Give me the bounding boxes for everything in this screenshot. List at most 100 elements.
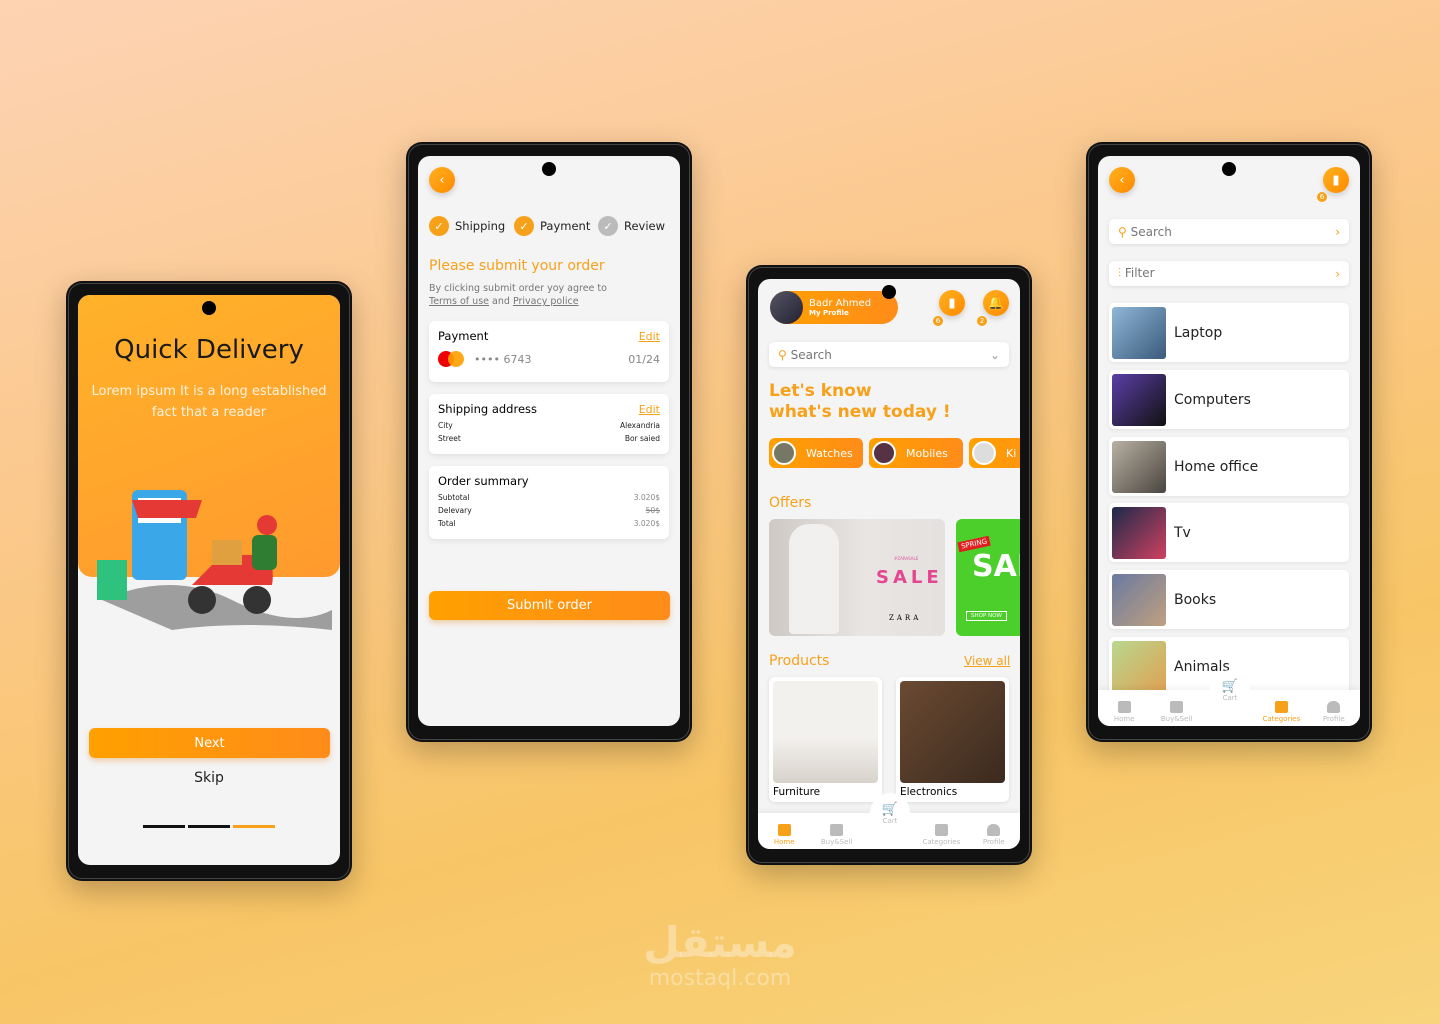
summary-title: Order summary xyxy=(438,474,529,488)
my-profile-label: My Profile xyxy=(809,309,849,317)
phone-onboarding: Quick Delivery Lorem ipsum It is a long … xyxy=(66,281,352,881)
payment-card: Payment Edit •••• 6743 01/24 xyxy=(429,321,669,382)
cart-icon: 🛒 xyxy=(1221,678,1239,694)
furniture-image xyxy=(773,681,878,783)
city-value: Alexandria xyxy=(619,421,660,430)
search-input[interactable]: ⚲ Search ⌄ xyxy=(769,342,1009,367)
nav-home[interactable]: Home xyxy=(760,824,808,846)
shop-now-button[interactable]: SHOP NOW xyxy=(966,611,1007,621)
total-label: Total xyxy=(438,519,456,528)
search-placeholder: Search xyxy=(1130,224,1172,239)
laptop-image xyxy=(1112,306,1166,359)
nav-home[interactable]: Home xyxy=(1100,701,1148,723)
shipping-title: Shipping address xyxy=(438,402,538,416)
nav-cart[interactable]: 🛒 Cart xyxy=(870,793,910,833)
delivery-label: Delevary xyxy=(438,506,472,515)
step-payment: ✓ Payment xyxy=(514,216,590,236)
edit-shipping-link[interactable]: Edit xyxy=(639,403,660,416)
nav-cart[interactable]: 🛒 Cart xyxy=(1210,670,1250,710)
search-icon: ⚲ xyxy=(1118,224,1127,239)
page-indicator-2[interactable] xyxy=(188,825,230,828)
offer-banner-spring[interactable]: SPRING SAL SHOP NOW xyxy=(956,519,1020,636)
offer-banner-zara[interactable]: #ZARASALE SALE ZARA xyxy=(769,519,945,636)
view-all-link[interactable]: View all xyxy=(964,654,1010,668)
next-button[interactable]: Next xyxy=(89,728,330,758)
chip-watches[interactable]: Watches xyxy=(769,438,863,468)
watermark-logo: مستقل mostaql.com xyxy=(600,920,840,992)
check-icon: ✓ xyxy=(514,216,534,236)
search-input[interactable]: ⚲ Search › xyxy=(1109,219,1349,244)
nav-buysell[interactable]: Buy&Sell xyxy=(1153,701,1201,723)
bookmark-badge: 6 xyxy=(933,316,943,326)
filter-label: Filter xyxy=(1124,266,1155,280)
agreement-text: By clicking submit order yoy agree to Te… xyxy=(429,282,607,308)
delivery-value: 50$ xyxy=(645,506,660,515)
products-label: Products xyxy=(769,653,830,669)
privacy-link[interactable]: Privacy police xyxy=(513,296,579,307)
home-screen: Badr Ahmed My Profile ▮ 6 🔔 2 ⚲ Search ⌄ L… xyxy=(758,279,1020,849)
back-button[interactable]: ‹ xyxy=(429,167,455,193)
nav-profile[interactable]: Profile xyxy=(970,824,1018,846)
bookmark-icon: ▮ xyxy=(1332,172,1340,188)
mobile-thumbnail xyxy=(872,441,896,465)
subtotal-value: 3.020$ xyxy=(633,493,660,502)
street-value: Bor saied xyxy=(624,434,660,443)
product-card-furniture[interactable]: Furniture xyxy=(769,677,882,802)
total-value: 3.020$ xyxy=(633,519,660,528)
step-label: Shipping xyxy=(455,219,506,233)
product-name: Electronics xyxy=(900,786,958,798)
user-icon xyxy=(987,824,1001,836)
category-tv[interactable]: Tv xyxy=(1109,503,1349,562)
chip-label: Watches xyxy=(806,446,853,460)
nav-categories[interactable]: Categories xyxy=(1257,701,1305,723)
electronics-image xyxy=(900,681,1005,783)
watermark-arabic: مستقل xyxy=(643,918,797,967)
category-label: Tv xyxy=(1174,524,1191,541)
onboarding-title: Quick Delivery xyxy=(114,335,304,365)
bookmark-button[interactable]: ▮ xyxy=(1323,167,1349,193)
chevron-down-icon: ⌄ xyxy=(989,347,1000,362)
submit-order-button[interactable]: Submit order xyxy=(429,591,670,620)
user-name: Badr Ahmed xyxy=(809,298,872,309)
category-label: Laptop xyxy=(1174,324,1223,341)
edit-payment-link[interactable]: Edit xyxy=(639,330,660,343)
bookmark-button[interactable]: ▮ xyxy=(939,290,965,316)
category-label: Books xyxy=(1174,591,1217,608)
card-number: •••• 6743 xyxy=(474,352,532,366)
shipping-card: Shipping address Edit City Alexandria Stre… xyxy=(429,394,669,454)
card-expiry: 01/24 xyxy=(628,352,660,366)
heading-line-2: what's new today ! xyxy=(769,402,951,422)
category-books[interactable]: Books xyxy=(1109,570,1349,629)
home-icon xyxy=(1117,701,1131,713)
and-text: and xyxy=(492,296,510,307)
shopping-bag-icon xyxy=(830,824,844,836)
category-laptop[interactable]: Laptop xyxy=(1109,303,1349,362)
model-photo xyxy=(789,524,839,634)
chip-mobiles[interactable]: Mobiles xyxy=(869,438,963,468)
offer-brand: ZARA xyxy=(889,614,922,622)
page-indicator-3[interactable] xyxy=(233,825,275,828)
onboarding-screen: Quick Delivery Lorem ipsum It is a long … xyxy=(78,295,340,865)
category-home-office[interactable]: Home office xyxy=(1109,437,1349,496)
home-heading: Let's know what's new today ! xyxy=(769,381,951,423)
category-computers[interactable]: Computers xyxy=(1109,370,1349,429)
search-placeholder: Search xyxy=(790,347,832,362)
profile-pill[interactable]: Badr Ahmed My Profile xyxy=(770,291,898,324)
nav-label: Profile xyxy=(982,838,1005,846)
back-button[interactable]: ‹ xyxy=(1109,167,1135,193)
terms-link[interactable]: Terms of use xyxy=(429,296,489,307)
nav-categories[interactable]: Categories xyxy=(917,824,965,846)
chevron-left-icon: ‹ xyxy=(1119,172,1125,188)
city-label: City xyxy=(438,421,453,430)
user-icon xyxy=(1327,701,1341,713)
notifications-button[interactable]: 🔔 xyxy=(983,290,1009,316)
step-label: Payment xyxy=(540,219,591,233)
product-card-electronics[interactable]: Electronics xyxy=(896,677,1009,802)
nav-buysell[interactable]: Buy&Sell xyxy=(813,824,861,846)
chip-kitchen[interactable]: Ki xyxy=(969,438,1020,468)
camera-hole xyxy=(882,285,896,299)
nav-profile[interactable]: Profile xyxy=(1310,701,1358,723)
skip-button[interactable]: Skip xyxy=(78,770,340,786)
filter-button[interactable]: ⫶ Filter › xyxy=(1109,261,1349,286)
page-indicator-1[interactable] xyxy=(143,825,185,828)
